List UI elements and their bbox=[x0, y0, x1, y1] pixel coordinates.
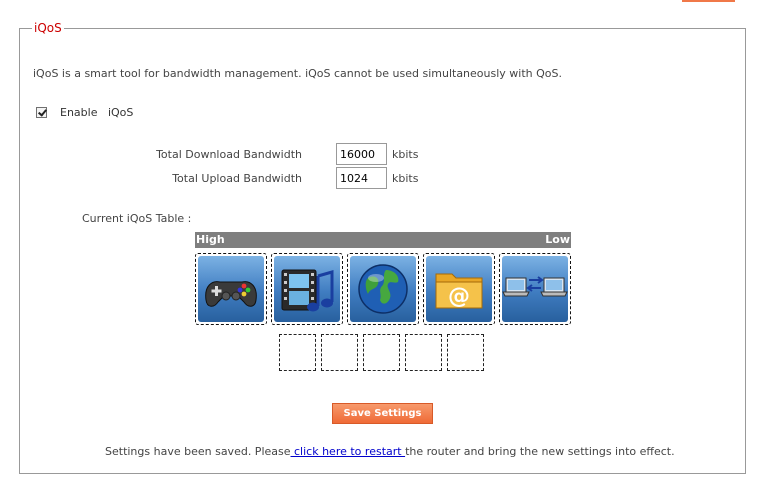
email-app-slot[interactable]: @ bbox=[423, 253, 495, 325]
download-bandwidth-label: Total Download Bandwidth bbox=[156, 148, 302, 161]
video-music-icon bbox=[281, 269, 334, 312]
gamepad-icon bbox=[205, 281, 257, 307]
empty-slot[interactable] bbox=[321, 334, 358, 371]
svg-text:@: @ bbox=[448, 284, 470, 309]
top-accent-bar bbox=[682, 0, 735, 2]
gaming-app-slot[interactable] bbox=[195, 253, 267, 325]
priority-bar: High Low bbox=[195, 232, 571, 248]
status-suffix: the router and bring the new settings in… bbox=[405, 445, 675, 458]
priority-low-label: Low bbox=[545, 233, 570, 246]
download-unit-label: kbits bbox=[392, 148, 419, 161]
file-transfer-icon bbox=[502, 276, 568, 297]
iqos-table-caption: Current iQoS Table : bbox=[82, 212, 192, 225]
status-message: Settings have been saved. Please click h… bbox=[105, 445, 675, 458]
iqos-panel: iQoS iQoS is a smart tool for bandwidth … bbox=[19, 20, 746, 474]
upload-unit-label: kbits bbox=[392, 172, 419, 185]
globe-icon bbox=[358, 264, 408, 314]
video-app-slot[interactable] bbox=[271, 253, 343, 325]
upload-bandwidth-label: Total Upload Bandwidth bbox=[172, 172, 302, 185]
upload-bandwidth-input[interactable]: 1024 bbox=[336, 167, 387, 189]
empty-slot[interactable] bbox=[447, 334, 484, 371]
empty-slot[interactable] bbox=[363, 334, 400, 371]
restart-link[interactable]: click here to restart bbox=[291, 445, 406, 458]
enable-iqos-checkbox[interactable] bbox=[36, 107, 47, 118]
enable-row: Enable iQoS bbox=[36, 106, 133, 119]
panel-title: iQoS bbox=[32, 20, 64, 36]
description-text: iQoS is a smart tool for bandwidth manag… bbox=[33, 67, 562, 80]
email-folder-icon: @ bbox=[435, 273, 483, 309]
empty-slot[interactable] bbox=[405, 334, 442, 371]
enable-iqos-label: Enable iQoS bbox=[60, 106, 134, 119]
status-prefix: Settings have been saved. Please bbox=[105, 445, 291, 458]
web-app-slot[interactable] bbox=[347, 253, 419, 325]
empty-slot[interactable] bbox=[279, 334, 316, 371]
iqos-app-icons: @ bbox=[195, 253, 571, 325]
p2p-app-slot[interactable] bbox=[499, 253, 571, 325]
download-bandwidth-input[interactable]: 16000 bbox=[336, 143, 387, 165]
save-settings-button[interactable]: Save Settings bbox=[332, 403, 433, 424]
priority-high-label: High bbox=[196, 233, 225, 246]
